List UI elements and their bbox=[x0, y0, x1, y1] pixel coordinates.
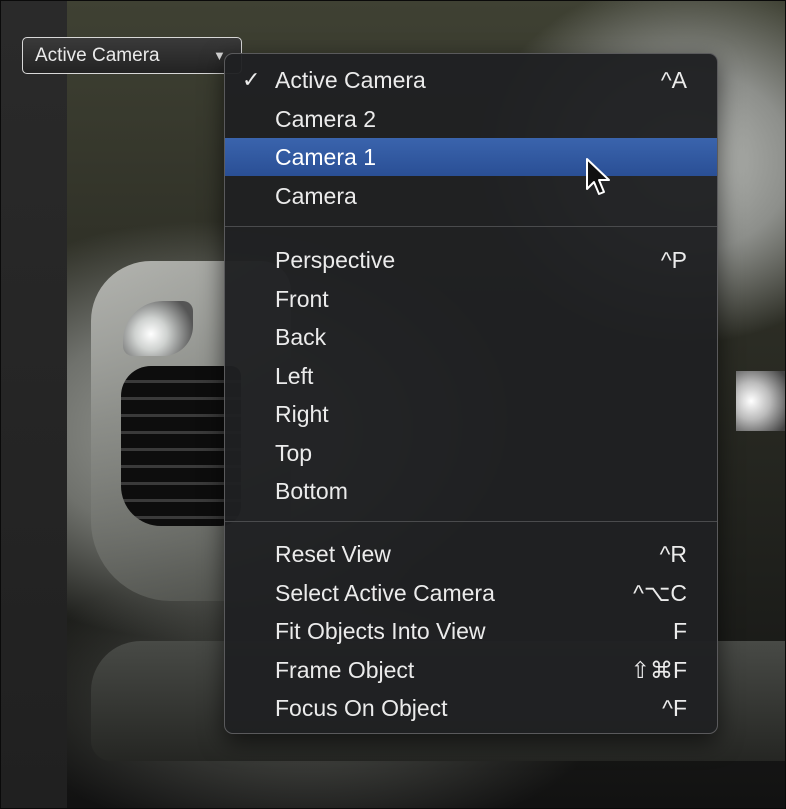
menu-item-label: Frame Object bbox=[275, 657, 415, 683]
menu-item-shortcut: ^P bbox=[660, 247, 687, 273]
menu-item-camera-1[interactable]: Camera 1 bbox=[225, 138, 717, 176]
menu-item-label: Camera 1 bbox=[275, 144, 376, 170]
checkmark-icon: ✓ bbox=[242, 67, 261, 92]
popup-label: Active Camera bbox=[35, 45, 160, 66]
menu-item-back[interactable]: Back bbox=[225, 318, 717, 356]
menu-item-label: Select Active Camera bbox=[275, 580, 495, 606]
menu-item-active-camera[interactable]: ✓ Active Camera ^A bbox=[225, 61, 717, 99]
menu-item-focus-on-object[interactable]: Focus On Object ^F bbox=[225, 689, 717, 727]
arrow-pointer-icon bbox=[586, 158, 610, 195]
menu-item-shortcut: ^F bbox=[662, 695, 687, 721]
menu-item-left[interactable]: Left bbox=[225, 357, 717, 395]
menu-item-shortcut: ⇧⌘F bbox=[630, 657, 687, 683]
menu-item-label: Focus On Object bbox=[275, 695, 448, 721]
menu-item-reset-view[interactable]: Reset View ^R bbox=[225, 535, 717, 573]
menu-item-shortcut: ^A bbox=[660, 67, 687, 93]
menu-item-label: Front bbox=[275, 286, 329, 312]
menu-item-fit-objects-into-view[interactable]: Fit Objects Into View F bbox=[225, 612, 717, 650]
left-panel-edge bbox=[1, 1, 67, 808]
menu-item-shortcut: F bbox=[672, 618, 687, 644]
menu-item-label: Bottom bbox=[275, 478, 348, 504]
menu-item-camera-2[interactable]: Camera 2 bbox=[225, 100, 717, 138]
menu-separator bbox=[225, 521, 717, 522]
camera-view-menu: ✓ Active Camera ^A Camera 2 Camera 1 Cam… bbox=[224, 53, 718, 734]
menu-item-frame-object[interactable]: Frame Object ⇧⌘F bbox=[225, 651, 717, 689]
menu-item-perspective[interactable]: Perspective ^P bbox=[225, 241, 717, 279]
menu-item-camera[interactable]: Camera bbox=[225, 177, 717, 215]
menu-item-label: Active Camera bbox=[275, 67, 426, 93]
car-grille bbox=[121, 366, 241, 526]
menu-item-label: Right bbox=[275, 401, 329, 427]
menu-item-label: Reset View bbox=[275, 541, 391, 567]
menu-item-front[interactable]: Front bbox=[225, 280, 717, 318]
menu-item-shortcut: ^⌥C bbox=[633, 580, 687, 606]
menu-item-label: Top bbox=[275, 440, 313, 466]
menu-separator bbox=[225, 226, 717, 227]
menu-item-label: Camera 2 bbox=[275, 106, 376, 132]
menu-item-select-active-camera[interactable]: Select Active Camera ^⌥C bbox=[225, 574, 717, 612]
menu-item-bottom[interactable]: Bottom bbox=[225, 472, 717, 510]
menu-item-right[interactable]: Right bbox=[225, 395, 717, 433]
menu-item-top[interactable]: Top bbox=[225, 434, 717, 472]
car-right-light bbox=[736, 371, 785, 431]
menu-item-shortcut: ^R bbox=[659, 541, 687, 567]
menu-item-label: Camera bbox=[275, 183, 357, 209]
menu-item-label: Fit Objects Into View bbox=[275, 618, 486, 644]
menu-item-label: Left bbox=[275, 363, 314, 389]
camera-popup-button[interactable]: Active Camera ▼ bbox=[22, 37, 242, 74]
menu-item-label: Perspective bbox=[275, 247, 396, 273]
menu-item-label: Back bbox=[275, 324, 327, 350]
